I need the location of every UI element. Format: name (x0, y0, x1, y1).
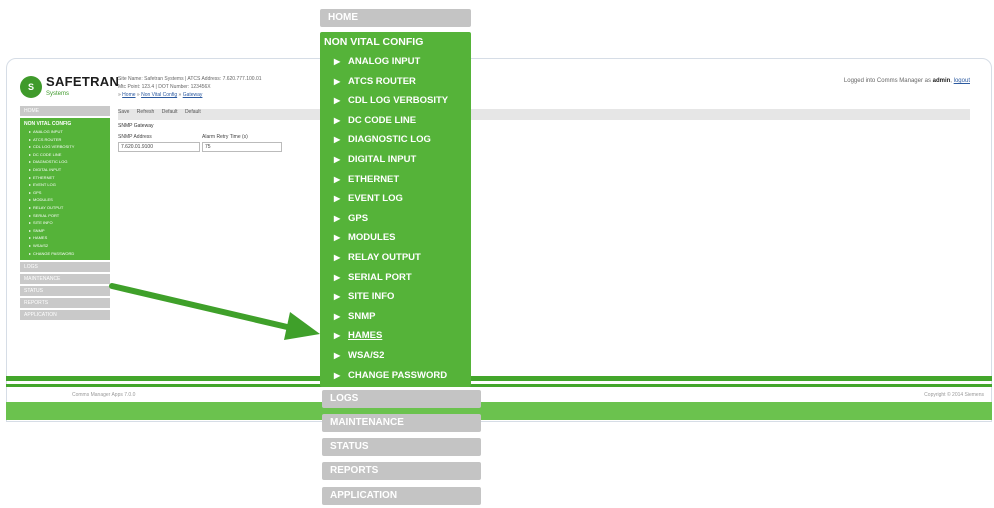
triangle-right-icon: ▶ (334, 96, 341, 106)
triangle-right-icon: ▶ (334, 194, 341, 204)
nav-item-label: CDL LOG VERBOSITY (348, 95, 449, 107)
nav-item-modules[interactable]: ▶ MODULES (320, 228, 471, 248)
nav-item-label: EVENT LOG (348, 193, 403, 205)
nav-item-label: ATCS ROUTER (348, 75, 416, 87)
nav-item-change-password[interactable]: ▶ CHANGE PASSWORD (320, 366, 471, 386)
nav-item-dc-code-line[interactable]: ▶ DC CODE LINE (320, 111, 471, 131)
nav-item-label: SNMP (348, 310, 376, 322)
nav-item-gps[interactable]: ▶ GPS (320, 209, 471, 229)
nav-home[interactable]: HOME (320, 9, 471, 27)
nav-item-label: WSA/S2 (348, 349, 385, 361)
nav-non-vital-config-title[interactable]: NON VITAL CONFIG (320, 32, 471, 52)
triangle-right-icon: ▶ (334, 57, 341, 66)
nav-item-site-info[interactable]: ▶ SITE INFO (320, 287, 471, 307)
nav-item-digital-input[interactable]: ▶ DIGITAL INPUT (320, 150, 471, 170)
triangle-right-icon: ▶ (334, 370, 341, 380)
nav-section-status[interactable]: STATUS (322, 438, 481, 456)
triangle-right-icon: ▶ (334, 76, 341, 86)
nav-item-label: MODULES (348, 232, 396, 244)
triangle-right-icon: ▶ (334, 154, 341, 164)
nav-item-label: ANALOG INPUT (348, 56, 421, 67)
triangle-right-icon: ▶ (334, 213, 341, 223)
nav-section-reports[interactable]: REPORTS (322, 462, 481, 480)
triangle-right-icon: ▶ (334, 252, 341, 262)
nav-item-ethernet[interactable]: ▶ ETHERNET (320, 170, 471, 190)
triangle-right-icon: ▶ (334, 311, 341, 321)
nav-item-hames[interactable]: ▶ HAMES (320, 326, 471, 346)
nav-item-event-log[interactable]: ▶ EVENT LOG (320, 189, 471, 209)
nav-item-relay-output[interactable]: ▶ RELAY OUTPUT (320, 248, 471, 268)
triangle-right-icon: ▶ (334, 233, 341, 243)
nav-item-label: DIAGNOSTIC LOG (348, 134, 431, 146)
nav-item-wsa-s2[interactable]: ▶ WSA/S2 (320, 346, 471, 366)
nav-items: ▶ ANALOG INPUT ▶ ATCS ROUTER ▶ CDL LOG VERBOS… (320, 52, 471, 385)
nav-item-label: ETHERNET (348, 173, 400, 185)
nav-item-analog-input[interactable]: ▶ ANALOG INPUT (320, 52, 471, 72)
nav-non-vital-config-panel: NON VITAL CONFIG ▶ ANALOG INPUT ▶ ATCS ROUT… (320, 32, 471, 388)
pointer-arrow-icon (109, 283, 320, 340)
zoomed-nav-menu: HOME NON VITAL CONFIG ▶ ANALOG INPUT ▶ ATCS… (320, 9, 471, 388)
triangle-right-icon: ▶ (334, 292, 341, 302)
nav-item-label: RELAY OUTPUT (348, 251, 421, 263)
nav-section-logs[interactable]: LOGS (322, 390, 481, 408)
nav-item-label: GPS (348, 212, 369, 224)
triangle-right-icon: ▶ (334, 272, 341, 282)
nav-section-maintenance[interactable]: MAINTENANCE (322, 414, 481, 432)
triangle-right-icon: ▶ (334, 350, 341, 360)
triangle-right-icon: ▶ (334, 174, 341, 184)
triangle-right-icon: ▶ (334, 331, 341, 341)
nav-item-label: SITE INFO (348, 291, 395, 303)
nav-item-label: DC CODE LINE (348, 114, 417, 126)
triangle-right-icon: ▶ (334, 135, 341, 145)
nav-item-snmp[interactable]: ▶ SNMP (320, 307, 471, 327)
nav-item-cdl-log-verbosity[interactable]: ▶ CDL LOG VERBOSITY (320, 91, 471, 111)
nav-item-serial-port[interactable]: ▶ SERIAL PORT (320, 268, 471, 288)
triangle-right-icon: ▶ (334, 115, 341, 125)
nav-item-label: CHANGE PASSWORD (348, 369, 448, 381)
nav-item-label: HAMES (348, 330, 383, 342)
nav-item-diagnostic-log[interactable]: ▶ DIAGNOSTIC LOG (320, 130, 471, 150)
nav-item-label: DIGITAL INPUT (348, 153, 417, 165)
nav-item-label: SERIAL PORT (348, 271, 412, 283)
nav-item-atcs-router[interactable]: ▶ ATCS ROUTER (320, 72, 471, 92)
nav-section-application[interactable]: APPLICATION (322, 487, 481, 505)
